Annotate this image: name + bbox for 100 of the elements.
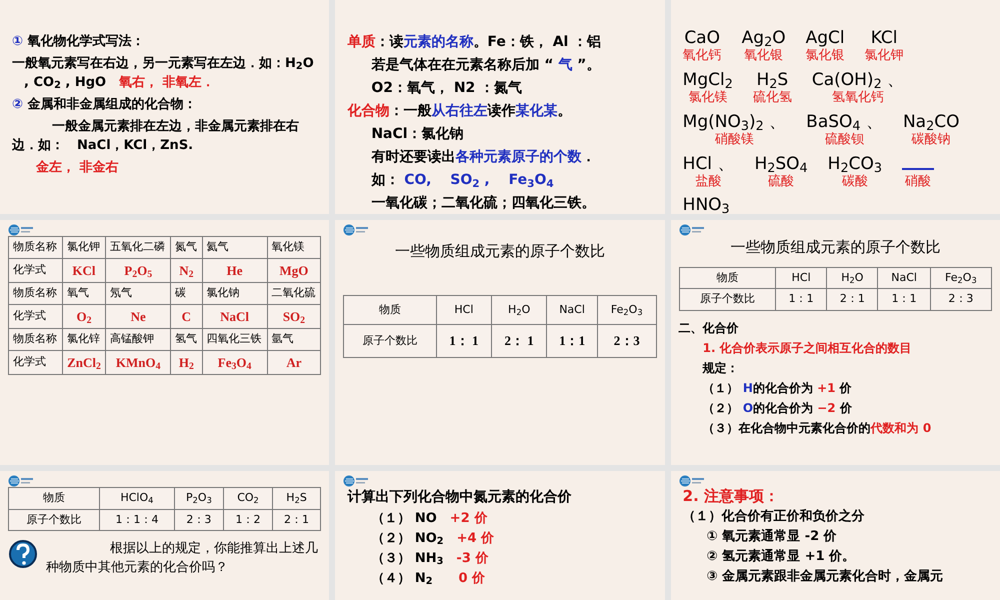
slide-text: ② 氢元素通常显 +1 价。 bbox=[706, 548, 856, 566]
slide-text: ① 氧元素通常显 -2 价 bbox=[706, 528, 838, 546]
table-cell: 1：2 bbox=[224, 509, 272, 530]
compound-name: 碳酸钠 bbox=[912, 132, 951, 148]
table-cell: 1：1 bbox=[878, 288, 930, 310]
table-cell: 2：3 bbox=[930, 288, 992, 310]
slide-text: 若是气体在在元素名称后加 “ 气 ”。 bbox=[370, 56, 602, 75]
formula-text: CaO bbox=[684, 28, 720, 48]
compound-name: 氯化钾 bbox=[864, 48, 904, 64]
slide-text: 化合物：一般从右往左读作某化某。 bbox=[347, 102, 572, 121]
slide-text: （３） NH$_{3}$ -3 价 bbox=[370, 550, 490, 568]
table-cell: NaCl bbox=[546, 295, 598, 324]
formula-text: BaSO$_{4}$ 、 bbox=[806, 112, 883, 132]
table-cell: 1：1 bbox=[776, 288, 827, 310]
slide-thumbnail[interactable]: 2. 注意事项： （１）化合价有正价和负价之分 ① 氧元素通常显 -2 价 ② 氢元素通常显 +1 价。 ③ 金属元素跟非金属元素化合时，金属元 bbox=[670, 471, 1000, 600]
table-cell: Fe$_{2}$O$_{3}$ bbox=[930, 267, 992, 288]
slide-text: （３）在化合物中元素化合价的代数和为 0 bbox=[702, 420, 932, 436]
slide-text: ② 金属和非金属组成的化合物： bbox=[12, 96, 198, 114]
table-cell: N$_{2}$ bbox=[170, 258, 202, 282]
slide-title: 计算出下列化合物中氮元素的化合价 bbox=[347, 488, 572, 507]
slide-title: 一些物质组成元素的原子个数比 bbox=[394, 241, 606, 262]
table-cell: C bbox=[170, 304, 202, 328]
compound-name: 硝酸镁 bbox=[714, 132, 754, 148]
table-cell: 氯化钾 bbox=[62, 236, 106, 258]
table-cell: 氮气 bbox=[170, 236, 202, 258]
slide-text: （２） NO$_{2}$ +4 价 bbox=[370, 530, 496, 548]
slide-title: 一些物质组成元素的原子个数比 bbox=[729, 237, 942, 258]
compound-name: 硫化氢 bbox=[752, 90, 792, 106]
slide-text: 1. 化合价表示原子之间相互化合的数目 bbox=[702, 340, 913, 356]
table-cell: 原子个数比 bbox=[8, 509, 100, 530]
table-cell: 物质名称 bbox=[8, 328, 62, 350]
slide-text: 一氧化碳；二氧化硫；四氧化三铁。 bbox=[370, 194, 596, 213]
slide-text: ③ 金属元素跟非金属元素化合时，金属元 bbox=[706, 568, 944, 586]
table-cell: 氧气 bbox=[62, 282, 106, 304]
table-cell: 2：1 bbox=[272, 509, 321, 530]
formula-text: H$_{2}$SO$_{4}$ bbox=[754, 154, 808, 174]
slide-text: 单质：读元素的名称。Fe：铁， Al ：铝 bbox=[347, 33, 602, 52]
table-cell: P$_{2}$O$_{5}$ bbox=[106, 258, 171, 282]
slide-thumbnail[interactable]: 物质名称 氯化钾 五氧化二磷 氮气 氦气 氧化镁 化学式 KCl P$_{2}$O$_{5}$ N$_{2}$ He MgO 物质名称 氧气 氖气 碳 氯化钠 二氧化硫 化学式 O$_{2}$ Ne C NaCl SO$_{2}$ 物质名称 氯化锌 高锰酸钾 氢气 四氧化三铁 氩气 化学式 ZnCl$_{2}$ KMnO$_{4}$ H$_{2}$ Fe$_{3}$O$_{4}$ Ar bbox=[0, 220, 330, 465]
table-cell: KMnO$_{4}$ bbox=[106, 350, 171, 374]
table-cell: 1：1：4 bbox=[100, 509, 174, 530]
slide-text: 有时还要读出各种元素原子的个数． bbox=[370, 148, 596, 167]
table-cell: 氯化钠 bbox=[202, 282, 268, 304]
table-cell: 高锰酸钾 bbox=[106, 328, 171, 350]
slide-thumbnail[interactable]: 一些物质组成元素的原子个数比 物质 HCl H$_{2}$O NaCl Fe$_{2}$O$_{3}$ 原子个数比 1： 1 2： 1 1：1 2：3 bbox=[335, 220, 665, 465]
table-cell: He bbox=[202, 258, 268, 282]
slide-text: 一般金属元素排在左边，非金属元素排在右边．如： NaCl，KCl，ZnS. bbox=[12, 118, 300, 155]
compound-name: 碳酸 bbox=[842, 174, 868, 190]
table-cell: 化学式 bbox=[8, 304, 62, 328]
table-cell: 物质名称 bbox=[8, 236, 62, 258]
table-cell: HCl bbox=[436, 295, 492, 324]
formula-text: MgCl$_{2}$ bbox=[682, 70, 733, 90]
table-cell: HClO$_{4}$ bbox=[100, 488, 174, 509]
table-cell: 氧化镁 bbox=[267, 236, 321, 258]
table-cell: 2：3 bbox=[597, 324, 656, 357]
slide-thumbnail[interactable]: 单质：读元素的名称。Fe：铁， Al ：铝 若是气体在在元素名称后加 “ 气 ”。 O2：氧气， N2 ：氮气 化合物：一般从右往左读作某化某。 NaCl：氯化钠 有时还要读出各种元素原子的个数． 如： CO, SO$_{2}$ , Fe$_{3}$O$_{4}$ 一氧化碳；二氧化硫；四氧化三铁。 bbox=[335, 0, 665, 214]
slide-text: 金左， 非金右 bbox=[35, 159, 120, 177]
slide-thumbnail[interactable]: 一些物质组成元素的原子个数比 物质 HCl H$_{2}$O NaCl Fe$_{2}$O$_{3}$ 原子个数比 1：1 2：1 1：1 2：3 二、化合价 1. 化合价表示原子之间相互化合的数目 规定： （１） H的化合价为 +1 价 （２） O的化合价为 −2 价 （３）在化合物中元素化合价的代数和为 0 bbox=[670, 220, 1000, 465]
compound-name: 氯化镁 bbox=[688, 90, 728, 106]
table-cell: Ar bbox=[267, 350, 321, 374]
table-cell: 氯化锌 bbox=[62, 328, 106, 350]
table-cell: Fe$_{2}$O$_{3}$ bbox=[597, 295, 656, 324]
formula-text: Ca(OH)$_{2}$ 、 bbox=[812, 70, 904, 90]
table-cell: 化学式 bbox=[8, 258, 62, 282]
slide-thumbnail[interactable]: 计算出下列化合物中氮元素的化合价 （１） NO +2 价 （２） NO$_{2}$ +4 价 （３） NH$_{3}$ -3 价 （４） N$_{2}$ 0 价 bbox=[335, 471, 665, 600]
table-cell: SO$_{2}$ bbox=[267, 304, 321, 328]
slide-thumbnail[interactable]: 物质 HClO$_{4}$ P$_{2}$O$_{3}$ CO$_{2}$ H$_{2}$S 原子个数比 1：1：4 2：3 1：2 2：1 根据以上的规定，你能推算出上述几种物质中其他元素的化合价吗？ bbox=[0, 471, 330, 600]
formula-text: H$_{2}$S bbox=[756, 70, 788, 90]
formula-text: AgCl bbox=[806, 28, 845, 48]
logo-icon bbox=[678, 224, 705, 236]
table-cell: 碳 bbox=[170, 282, 202, 304]
table-cell: 2：3 bbox=[174, 509, 224, 530]
table-cell: NaCl bbox=[878, 267, 930, 288]
formula-text: HCl 、 bbox=[682, 154, 734, 174]
table-cell: 二氧化硫 bbox=[267, 282, 321, 304]
table-cell: Ne bbox=[106, 304, 171, 328]
logo-icon bbox=[8, 475, 34, 487]
slide-text: （４） N$_{2}$ 0 价 bbox=[370, 570, 486, 588]
table-cell: H$_{2}$O bbox=[492, 295, 547, 324]
logo-icon bbox=[678, 475, 705, 487]
slide-thumbnail[interactable] bbox=[670, 0, 1000, 214]
table-cell: Fe$_{3}$O$_{4}$ bbox=[202, 350, 268, 374]
slide-text: NaCl：氯化钠 bbox=[370, 125, 465, 144]
table-cell: 氖气 bbox=[106, 282, 171, 304]
table-cell: MgO bbox=[267, 258, 321, 282]
compound-name: 氯化银 bbox=[806, 48, 845, 64]
slide-thumbnail[interactable]: ① 氧化物化学式写法： 一般氧元素写在右边，另一元素写在左边．如：H$_{2}$O , CO$_{2}$ , HgO 氧右， 非氧左． ② 金属和非金属组成的化合物： 一般金属元素排在左边，非金属元素排在右边．如： NaCl，KCl，ZnS. 金左， 非金右 bbox=[0, 0, 330, 214]
compound-name: 硫酸钡 bbox=[825, 132, 864, 148]
formula-text: Mg(NO$_{3}$)$_{2}$ 、 bbox=[682, 112, 786, 132]
table-cell: KCl bbox=[62, 258, 106, 282]
slide-text: （１） H的化合价为 +1 价 bbox=[702, 380, 853, 396]
formula-text: Ag$_{2}$O bbox=[742, 28, 786, 48]
table-cell: 物质 bbox=[344, 295, 436, 324]
compound-name: 氧化银 bbox=[744, 48, 784, 64]
slide-text: （１） NO +2 价 bbox=[370, 510, 488, 528]
logo-icon bbox=[343, 224, 370, 236]
slide-text: 二、化合价 bbox=[678, 320, 740, 336]
table-cell: P$_{2}$O$_{3}$ bbox=[174, 488, 224, 509]
slide-text: 规定： bbox=[701, 360, 740, 376]
table-cell: H$_{2}$S bbox=[272, 488, 321, 509]
